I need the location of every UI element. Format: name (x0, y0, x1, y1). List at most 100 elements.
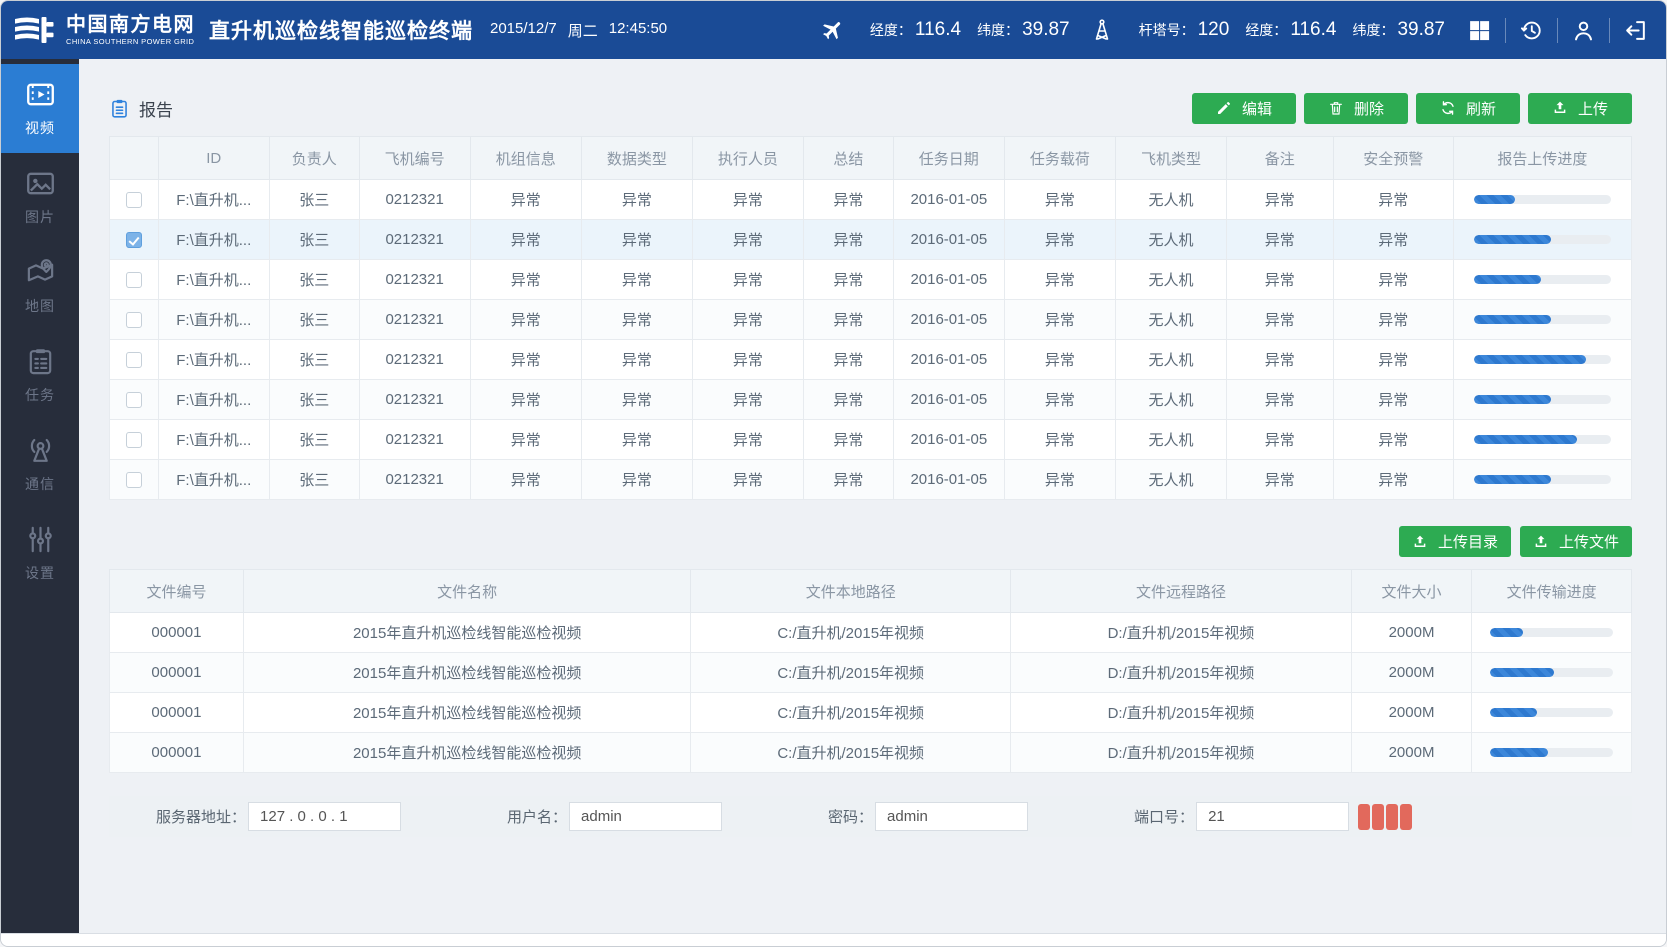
file-actions: 上传目录上传文件 (109, 526, 1632, 557)
flight-latitude: 纬度：39.87 (977, 19, 1070, 41)
tower-icon (1090, 18, 1114, 42)
report-col-header: 报告上传进度 (1453, 137, 1631, 180)
sidebar-item-settings[interactable]: 设置 (1, 509, 79, 598)
sidebar-item-label: 视频 (25, 118, 55, 138)
report-row[interactable]: F:\直升机...张三0212321异常异常异常异常2016-01-05异常无人… (110, 180, 1632, 220)
sidebar-item-image[interactable]: 图片 (1, 153, 79, 242)
server-address-input[interactable] (248, 802, 401, 831)
file-row[interactable]: 0000012015年直升机巡检线智能巡检视频C:/直升机/2015年视频D:/… (110, 613, 1632, 653)
refresh-button[interactable]: 刷新 (1416, 93, 1520, 124)
cell-id: F:\直升机... (158, 180, 269, 220)
app-window: 中国南方电网 CHINA SOUTHERN POWER GRID 直升机巡检线智… (0, 0, 1667, 947)
transfer-progress-bar (1490, 668, 1612, 677)
cell-crew: 异常 (470, 380, 581, 420)
upload-progress-bar (1474, 355, 1611, 364)
upload-progress-bar (1474, 275, 1611, 284)
username-label: 用户名： (507, 806, 567, 827)
cell-progress (1453, 460, 1631, 500)
cell-summary: 异常 (803, 380, 893, 420)
tower-latitude: 纬度：39.87 (1352, 19, 1445, 41)
password-input[interactable] (875, 802, 1028, 831)
cell-crew: 异常 (470, 420, 581, 460)
cell-owner: 张三 (269, 460, 359, 500)
file-row[interactable]: 0000012015年直升机巡检线智能巡检视频C:/直升机/2015年视频D:/… (110, 653, 1632, 693)
cell-executor: 异常 (692, 180, 803, 220)
cell-data_type: 异常 (581, 380, 692, 420)
report-col-header: 执行人员 (692, 137, 803, 180)
user-button[interactable] (1569, 16, 1598, 45)
cell-plane_type: 无人机 (1115, 180, 1226, 220)
sidebar: 视频图片地图任务通信设置 (1, 59, 79, 933)
delete-button[interactable]: 删除 (1304, 93, 1408, 124)
app-body: 视频图片地图任务通信设置 报告 编辑删除刷新上传 I (1, 59, 1666, 933)
upload-file-button[interactable]: 上传文件 (1520, 526, 1632, 557)
report-row[interactable]: F:\直升机...张三0212321异常异常异常异常2016-01-05异常无人… (110, 220, 1632, 260)
cell-warning: 异常 (1333, 340, 1453, 380)
logout-button[interactable] (1621, 16, 1650, 45)
cell-summary: 异常 (803, 420, 893, 460)
refresh-icon (1440, 100, 1456, 116)
cell-checkbox (110, 260, 159, 300)
row-checkbox[interactable] (126, 312, 142, 328)
sidebar-item-task[interactable]: 任务 (1, 331, 79, 420)
row-checkbox[interactable] (126, 232, 142, 248)
cell-crew: 异常 (470, 460, 581, 500)
cell-plane_type: 无人机 (1115, 300, 1226, 340)
port-input[interactable] (1196, 802, 1349, 831)
upload-icon (1533, 534, 1549, 550)
report-col-header: 安全预警 (1333, 137, 1453, 180)
cell-task_date: 2016-01-05 (893, 300, 1004, 340)
report-row[interactable]: F:\直升机...张三0212321异常异常异常异常2016-01-05异常无人… (110, 420, 1632, 460)
cell-payload: 异常 (1004, 180, 1115, 220)
username-input[interactable] (569, 802, 722, 831)
file-row[interactable]: 0000012015年直升机巡检线智能巡检视频C:/直升机/2015年视频D:/… (110, 733, 1632, 773)
cell-checkbox (110, 340, 159, 380)
upload-dir-button[interactable]: 上传目录 (1399, 526, 1511, 557)
report-row[interactable]: F:\直升机...张三0212321异常异常异常异常2016-01-05异常无人… (110, 340, 1632, 380)
cell-local: C:/直升机/2015年视频 (691, 613, 1011, 653)
cell-crew: 异常 (470, 340, 581, 380)
report-col-header: 任务日期 (893, 137, 1004, 180)
sidebar-item-comm[interactable]: 通信 (1, 420, 79, 509)
cell-id: F:\直升机... (158, 220, 269, 260)
image-icon (25, 168, 56, 199)
cell-executor: 异常 (692, 380, 803, 420)
cell-no: 000001 (110, 693, 244, 733)
row-checkbox[interactable] (126, 472, 142, 488)
edit-button[interactable]: 编辑 (1192, 93, 1296, 124)
section-title-text: 报告 (139, 96, 173, 121)
cell-data_type: 异常 (581, 300, 692, 340)
cell-remark: 异常 (1227, 340, 1334, 380)
task-icon (25, 346, 56, 377)
row-checkbox[interactable] (126, 432, 142, 448)
sidebar-item-video[interactable]: 视频 (1, 64, 79, 153)
history-button[interactable] (1517, 16, 1546, 45)
report-row[interactable]: F:\直升机...张三0212321异常异常异常异常2016-01-05异常无人… (110, 300, 1632, 340)
signal-block (1386, 804, 1398, 830)
cell-owner: 张三 (269, 300, 359, 340)
cell-progress (1453, 300, 1631, 340)
windows-button[interactable] (1465, 16, 1494, 45)
row-checkbox[interactable] (126, 272, 142, 288)
cell-data_type: 异常 (581, 180, 692, 220)
row-checkbox[interactable] (126, 392, 142, 408)
button-label: 删除 (1354, 98, 1384, 119)
report-row[interactable]: F:\直升机...张三0212321异常异常异常异常2016-01-05异常无人… (110, 460, 1632, 500)
weekday-text: 周二 (568, 20, 598, 41)
upload-button[interactable]: 上传 (1528, 93, 1632, 124)
row-checkbox[interactable] (126, 192, 142, 208)
sidebar-item-map[interactable]: 地图 (1, 242, 79, 331)
file-row[interactable]: 0000012015年直升机巡检线智能巡检视频C:/直升机/2015年视频D:/… (110, 693, 1632, 733)
row-checkbox[interactable] (126, 352, 142, 368)
report-row[interactable]: F:\直升机...张三0212321异常异常异常异常2016-01-05异常无人… (110, 380, 1632, 420)
cell-plane_no: 0212321 (359, 340, 470, 380)
cell-executor: 异常 (692, 420, 803, 460)
report-row[interactable]: F:\直升机...张三0212321异常异常异常异常2016-01-05异常无人… (110, 260, 1632, 300)
cell-remark: 异常 (1227, 380, 1334, 420)
port-group: 端口号： (1134, 802, 1412, 831)
cell-plane_no: 0212321 (359, 380, 470, 420)
cell-remote: D:/直升机/2015年视频 (1011, 613, 1352, 653)
cell-summary: 异常 (803, 340, 893, 380)
cell-id: F:\直升机... (158, 300, 269, 340)
cell-executor: 异常 (692, 260, 803, 300)
